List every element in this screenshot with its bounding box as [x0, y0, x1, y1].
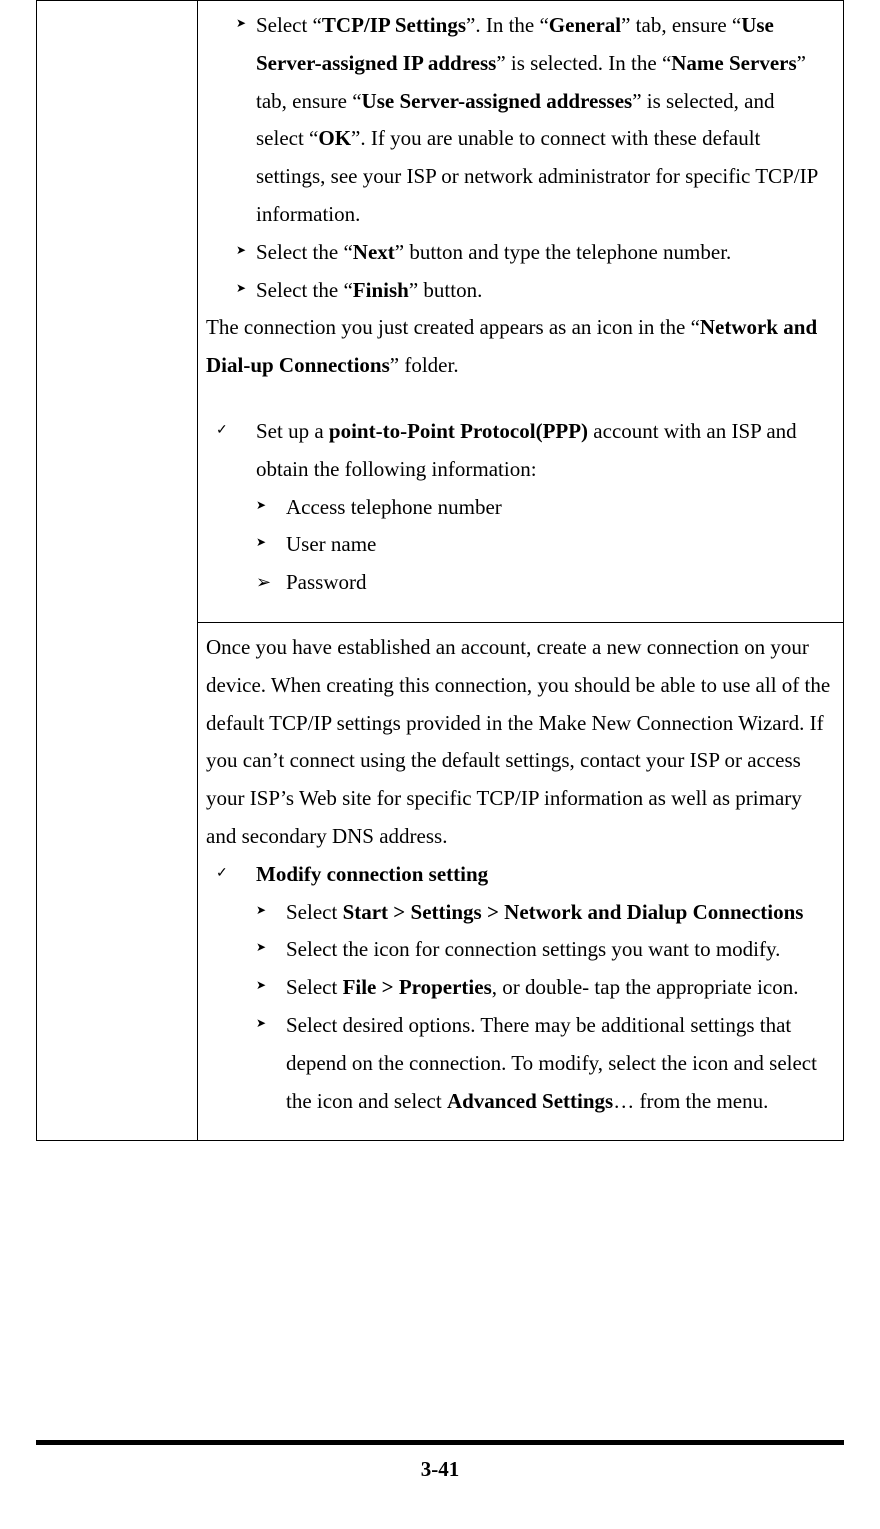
paragraph: Once you have established an account, cr…	[206, 629, 835, 856]
text: Select desired options. There may be add…	[286, 1007, 825, 1120]
text: Set up a point-to-Point Protocol(PPP) ac…	[256, 413, 825, 489]
text: Password	[286, 564, 825, 602]
list-item: Select File > Properties, or double- tap…	[206, 969, 835, 1007]
list-item: Select desired options. There may be add…	[206, 1007, 835, 1120]
text: Modify connection setting	[256, 856, 825, 894]
list-item: Select “TCP/IP Settings”. In the “Genera…	[206, 7, 835, 234]
list-item: Select the icon for connection settings …	[206, 931, 835, 969]
text: Select File > Properties, or double- tap…	[286, 969, 825, 1007]
text: Select Start > Settings > Network and Di…	[286, 894, 825, 932]
upper-content-cell: Select “TCP/IP Settings”. In the “Genera…	[198, 1, 844, 623]
text: Select the “Next” button and type the te…	[256, 234, 825, 272]
text: Access telephone number	[286, 489, 825, 527]
page-footer: 3-41	[36, 1440, 844, 1509]
list-item: Select the “Finish” button.	[206, 272, 835, 310]
content-table: Select “TCP/IP Settings”. In the “Genera…	[36, 0, 844, 1141]
text: Select the icon for connection settings …	[286, 931, 825, 969]
left-spacer-cell	[37, 1, 198, 1141]
list-item: Set up a point-to-Point Protocol(PPP) ac…	[206, 413, 835, 489]
text: User name	[286, 526, 825, 564]
list-item: Modify connection setting	[206, 856, 835, 894]
lower-content-cell: Once you have established an account, cr…	[198, 622, 844, 1140]
list-item: Access telephone number	[206, 489, 835, 527]
paragraph: The connection you just created appears …	[206, 309, 835, 385]
list-item: Password	[206, 564, 835, 602]
text: Select the “Finish” button.	[256, 272, 825, 310]
list-item: User name	[206, 526, 835, 564]
list-item: Select Start > Settings > Network and Di…	[206, 894, 835, 932]
page-number: 3-41	[36, 1451, 844, 1509]
footer-rule	[36, 1440, 844, 1445]
text: Select “TCP/IP Settings”. In the “Genera…	[256, 7, 825, 234]
list-item: Select the “Next” button and type the te…	[206, 234, 835, 272]
